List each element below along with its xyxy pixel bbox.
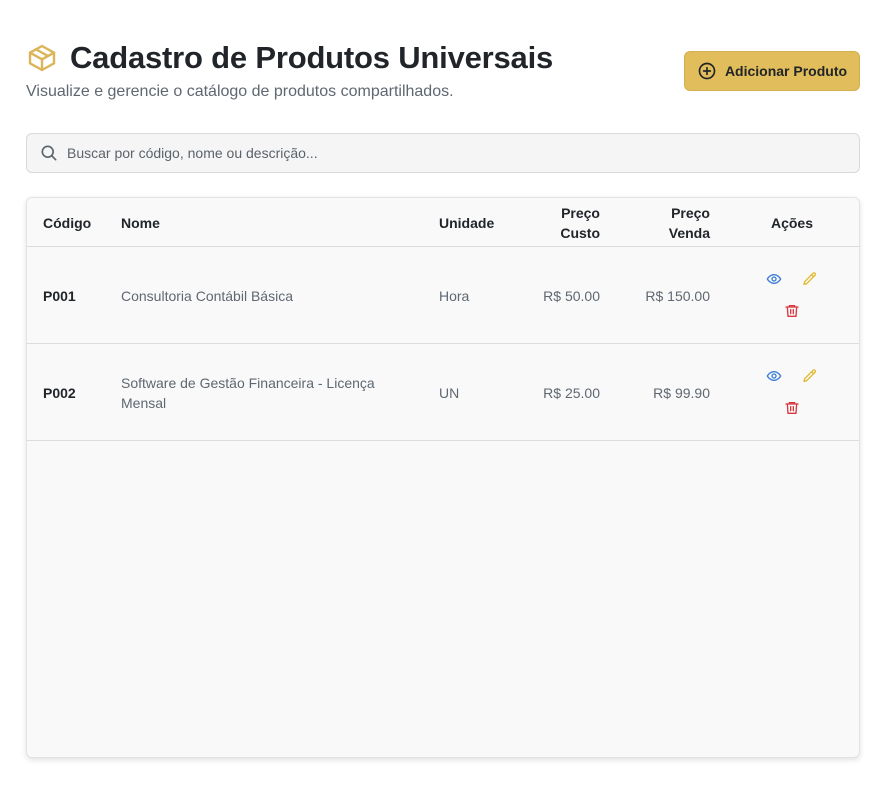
page: Cadastro de Produtos Universais Visualiz… xyxy=(0,0,894,786)
column-header-cost-line2: Custo xyxy=(560,224,600,241)
delete-button[interactable] xyxy=(782,301,802,321)
cell-name: Software de Gestão Financeira - Licença … xyxy=(121,374,375,411)
search-input[interactable] xyxy=(67,145,827,161)
cell-cost-price: R$ 25.00 xyxy=(543,384,600,401)
search-icon xyxy=(41,145,57,161)
pencil-icon xyxy=(803,369,817,382)
edit-button[interactable] xyxy=(800,269,820,289)
column-header-name: Nome xyxy=(121,214,160,231)
column-header-unit: Unidade xyxy=(439,214,495,231)
column-header-cost: Preço Custo xyxy=(527,198,600,247)
column-header-cost-line1: Preço xyxy=(561,204,600,221)
column-header-actions: Ações xyxy=(770,214,814,231)
package-icon xyxy=(28,44,56,72)
page-subtitle: Visualize e gerencie o catálogo de produ… xyxy=(26,83,454,100)
eye-icon xyxy=(766,371,782,381)
cell-sale-price: R$ 150.00 xyxy=(645,287,710,304)
delete-button[interactable] xyxy=(782,398,802,418)
edit-button[interactable] xyxy=(800,366,820,386)
column-header-sale: Preço Venda xyxy=(627,198,710,247)
plus-circle-icon xyxy=(698,62,716,80)
pencil-icon xyxy=(803,272,817,285)
search-bar xyxy=(26,133,860,173)
cell-cost-price: R$ 50.00 xyxy=(543,287,600,304)
table-row: P002 Software de Gestão Financeira - Lic… xyxy=(27,344,859,441)
products-table: Código Nome Unidade Preço Custo Preço Ve… xyxy=(26,197,860,758)
row-actions xyxy=(752,344,832,441)
trash-icon xyxy=(785,402,799,414)
cell-unit: UN xyxy=(439,384,460,401)
trash-icon xyxy=(785,305,799,317)
column-header-sale-line2: Venda xyxy=(668,224,710,241)
column-header-code: Código xyxy=(43,214,92,231)
eye-icon xyxy=(766,274,782,284)
add-product-label: Adicionar Produto xyxy=(724,63,848,79)
view-button[interactable] xyxy=(764,269,784,289)
row-actions xyxy=(752,247,832,344)
title-row: Cadastro de Produtos Universais xyxy=(26,40,553,76)
table-row: P001 Consultoria Contábil Básica Hora R$… xyxy=(27,247,859,344)
page-header: Cadastro de Produtos Universais Visualiz… xyxy=(26,40,860,110)
page-title: Cadastro de Produtos Universais xyxy=(70,40,554,75)
cell-unit: Hora xyxy=(439,287,470,304)
table-header: Código Nome Unidade Preço Custo Preço Ve… xyxy=(27,198,859,247)
column-header-sale-line1: Preço xyxy=(671,204,710,221)
cell-name: Consultoria Contábil Básica xyxy=(121,287,293,304)
cell-sale-price: R$ 99.90 xyxy=(653,384,710,401)
view-button[interactable] xyxy=(764,366,784,386)
add-product-button[interactable]: Adicionar Produto xyxy=(684,51,860,91)
cell-code: P002 xyxy=(43,384,76,401)
cell-code: P001 xyxy=(43,287,76,304)
